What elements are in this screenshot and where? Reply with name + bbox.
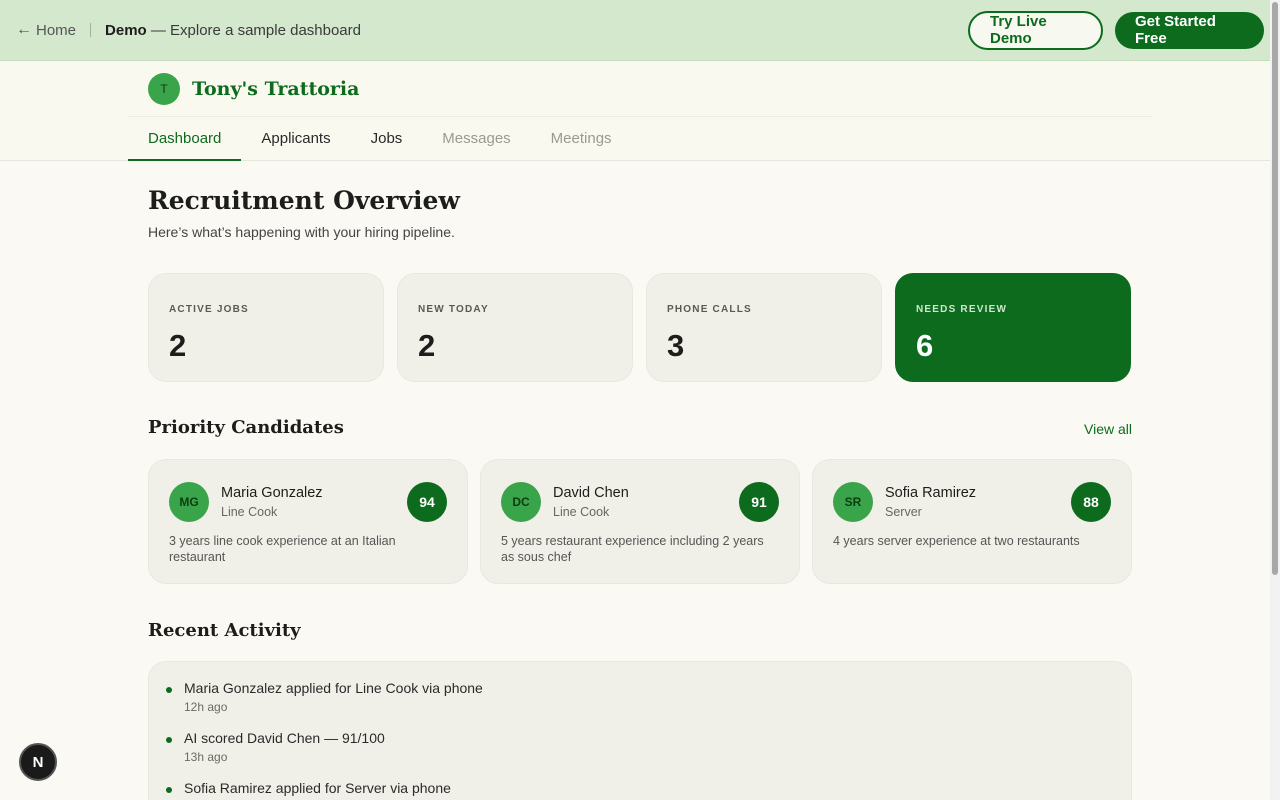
list-item: AI scored David Chen — 91/100 13h ago	[165, 730, 1131, 780]
score-badge: 91	[739, 482, 779, 522]
next-dev-button[interactable]: N	[19, 743, 57, 781]
stat-value: 2	[169, 328, 187, 363]
activity-text: AI scored David Chen — 91/100	[184, 730, 385, 746]
candidate-role: Line Cook	[221, 505, 278, 519]
demo-desc: — Explore a sample dashboard	[146, 21, 361, 39]
candidate-card[interactable]: DC David Chen Line Cook 91 5 years resta…	[480, 459, 800, 584]
stat-card-new-today[interactable]: NEW TODAY 2	[397, 273, 633, 382]
tab-meetings[interactable]: Meetings	[531, 117, 632, 160]
candidate-name: Maria Gonzalez	[221, 485, 323, 501]
candidate-name: David Chen	[553, 485, 629, 501]
scrollbar-thumb[interactable]	[1272, 2, 1278, 575]
home-link[interactable]: ← Home	[16, 21, 76, 39]
page-subtitle: Here’s what’s happening with your hiring…	[148, 224, 455, 240]
nav-tabs: Dashboard Applicants Jobs Messages Meeti…	[128, 117, 632, 161]
score-badge: 88	[1071, 482, 1111, 522]
brand-name: Tony's Trattoria	[192, 78, 360, 100]
demo-description: Demo — Explore a sample dashboard	[105, 22, 361, 39]
candidate-role: Line Cook	[553, 505, 610, 519]
stat-card-phone-calls[interactable]: PHONE CALLS 3	[646, 273, 882, 382]
candidate-summary: 3 years line cook experience at an Itali…	[169, 534, 396, 564]
score-badge: 94	[407, 482, 447, 522]
brand-avatar: T	[148, 73, 180, 105]
stat-value: 6	[916, 328, 934, 363]
banner-actions: Try Live Demo Get Started Free	[968, 10, 1264, 50]
arrow-left-icon: ←	[16, 21, 32, 38]
avatar: SR	[833, 482, 873, 522]
stat-card-active-jobs[interactable]: ACTIVE JOBS 2	[148, 273, 384, 382]
demo-label: Demo	[105, 21, 147, 39]
app-header: T Tony's Trattoria Dashboard Applicants …	[0, 61, 1270, 161]
tab-jobs[interactable]: Jobs	[351, 117, 423, 160]
get-started-button[interactable]: Get Started Free	[1115, 11, 1264, 49]
view-all-link[interactable]: View all	[1084, 421, 1132, 437]
candidate-name: Sofia Ramirez	[885, 485, 977, 501]
banner-separator	[90, 23, 92, 37]
list-item: Maria Gonzalez applied for Line Cook via…	[165, 680, 1131, 730]
candidate-summary: 4 years server experience at two restaur…	[833, 534, 1080, 548]
candidate-role: Server	[885, 505, 922, 519]
candidate-summary: 5 years restaurant experience including …	[501, 534, 764, 564]
stats-row: ACTIVE JOBS 2 NEW TODAY 2 PHONE CALLS 3 …	[148, 273, 1131, 382]
activity-text: Sofia Ramirez applied for Server via pho…	[184, 780, 451, 796]
brand: T Tony's Trattoria	[148, 73, 359, 105]
tab-applicants[interactable]: Applicants	[241, 117, 350, 160]
avatar: DC	[501, 482, 541, 522]
stat-value: 2	[418, 328, 436, 363]
list-item: Sofia Ramirez applied for Server via pho…	[165, 780, 1131, 800]
tab-dashboard[interactable]: Dashboard	[128, 117, 242, 161]
activity-list: Maria Gonzalez applied for Line Cook via…	[148, 661, 1132, 800]
stat-label: PHONE CALLS	[667, 304, 752, 315]
demo-banner: ← Home Demo — Explore a sample dashboard…	[0, 0, 1270, 61]
stat-card-needs-review[interactable]: NEEDS REVIEW 6	[895, 273, 1131, 382]
stat-label: NEEDS REVIEW	[916, 304, 1008, 315]
stat-label: NEW TODAY	[418, 304, 489, 315]
home-link-label: Home	[36, 21, 77, 39]
stat-label: ACTIVE JOBS	[169, 304, 249, 315]
activity-time: 12h ago	[184, 700, 228, 714]
candidate-card[interactable]: SR Sofia Ramirez Server 88 4 years serve…	[812, 459, 1132, 584]
avatar: MG	[169, 482, 209, 522]
recent-activity-title: Recent Activity	[148, 620, 301, 641]
scrollbar[interactable]	[1270, 0, 1280, 800]
candidate-card[interactable]: MG Maria Gonzalez Line Cook 94 3 years l…	[148, 459, 468, 584]
tab-messages[interactable]: Messages	[422, 117, 530, 160]
page-title: Recruitment Overview	[148, 186, 460, 215]
activity-time: 13h ago	[184, 750, 228, 764]
candidate-list: MG Maria Gonzalez Line Cook 94 3 years l…	[148, 459, 1132, 584]
try-live-demo-button[interactable]: Try Live Demo	[968, 10, 1103, 50]
stat-value: 3	[667, 328, 685, 363]
priority-candidates-title: Priority Candidates	[148, 417, 344, 438]
activity-text: Maria Gonzalez applied for Line Cook via…	[184, 680, 483, 696]
